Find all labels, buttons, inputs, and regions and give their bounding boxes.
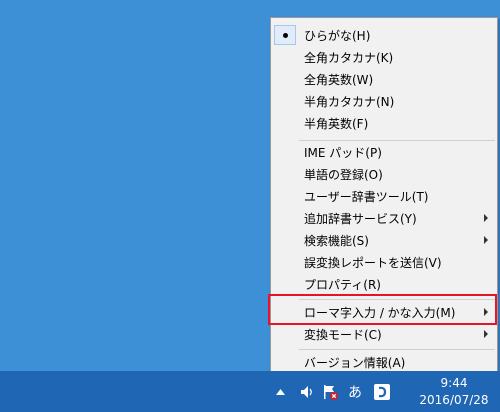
menu-item-label: 誤変換レポートを送信(V): [304, 255, 442, 270]
show-hidden-icons-button[interactable]: [272, 371, 288, 412]
menu-item-label: ユーザー辞書ツール(T): [304, 189, 429, 204]
menu-item-send-misconversion-report[interactable]: 誤変換レポートを送信(V): [271, 251, 497, 273]
ime-context-menu: ひらがな(H) 全角カタカナ(K) 全角英数(W) 半角カタカナ(N) 半角英数…: [270, 17, 498, 374]
menu-item-label: 追加辞書サービス(Y): [304, 211, 417, 226]
clock-date: 2016/07/28: [419, 393, 489, 407]
menu-item-additional-dictionary-service[interactable]: 追加辞書サービス(Y): [271, 207, 497, 229]
submenu-arrow-icon: [484, 308, 488, 316]
menu-item-fullwidth-alphanumeric[interactable]: 全角英数(W): [271, 68, 497, 90]
menu-item-label: 半角カタカナ(N): [304, 94, 395, 109]
menu-item-label: バージョン情報(A): [304, 355, 406, 370]
checked-indicator: [274, 25, 296, 45]
menu-item-search-function[interactable]: 検索機能(S): [271, 229, 497, 251]
menu-item-conversion-mode[interactable]: 変換モード(C): [271, 323, 497, 345]
menu-item-label: ローマ字入力 / かな入力(M): [304, 305, 456, 320]
menu-separator: [299, 349, 495, 350]
ime-icon: [374, 383, 390, 400]
menu-item-word-registration[interactable]: 単語の登録(O): [271, 163, 497, 185]
bullet-icon: [282, 32, 288, 38]
submenu-arrow-icon: [484, 236, 488, 244]
menu-separator: [299, 299, 495, 300]
volume-button[interactable]: [296, 371, 318, 412]
menu-item-halfwidth-katakana[interactable]: 半角カタカナ(N): [271, 90, 497, 112]
menu-item-label: 単語の登録(O): [304, 167, 383, 182]
menu-item-label: ひらがな(H): [304, 28, 371, 43]
action-center-button[interactable]: [318, 371, 342, 412]
submenu-arrow-icon: [484, 214, 488, 222]
submenu-arrow-icon: [484, 330, 488, 338]
ime-mode-indicator[interactable]: あ: [344, 371, 366, 412]
taskbar: あ 9:44 2016/07/28: [0, 371, 500, 412]
chevron-up-icon: [275, 388, 285, 395]
menu-item-label: プロパティ(R): [304, 277, 381, 292]
menu-item-label: 全角カタカナ(K): [304, 50, 394, 65]
flag-alert-icon: [324, 384, 338, 400]
menu-item-label: 検索機能(S): [304, 233, 369, 248]
menu-item-label: 半角英数(F): [304, 116, 369, 131]
menu-item-halfwidth-alphanumeric[interactable]: 半角英数(F): [271, 112, 497, 134]
menu-item-label: IME パッド(P): [304, 145, 382, 160]
menu-item-hiragana[interactable]: ひらがな(H): [271, 24, 497, 46]
ime-toolbar-button[interactable]: [370, 371, 394, 412]
menu-item-user-dictionary-tool[interactable]: ユーザー辞書ツール(T): [271, 185, 497, 207]
clock-time: 9:44: [440, 376, 468, 390]
system-clock[interactable]: 9:44 2016/07/28: [414, 375, 494, 409]
menu-item-ime-pad[interactable]: IME パッド(P): [271, 141, 497, 163]
menu-item-romaji-kana-input[interactable]: ローマ字入力 / かな入力(M): [271, 301, 497, 323]
menu-item-label: 全角英数(W): [304, 72, 374, 87]
speaker-icon: [301, 385, 312, 398]
menu-item-properties[interactable]: プロパティ(R): [271, 273, 497, 295]
menu-item-label: 変換モード(C): [304, 327, 382, 342]
menu-item-version-info[interactable]: バージョン情報(A): [271, 351, 497, 373]
menu-item-fullwidth-katakana[interactable]: 全角カタカナ(K): [271, 46, 497, 68]
